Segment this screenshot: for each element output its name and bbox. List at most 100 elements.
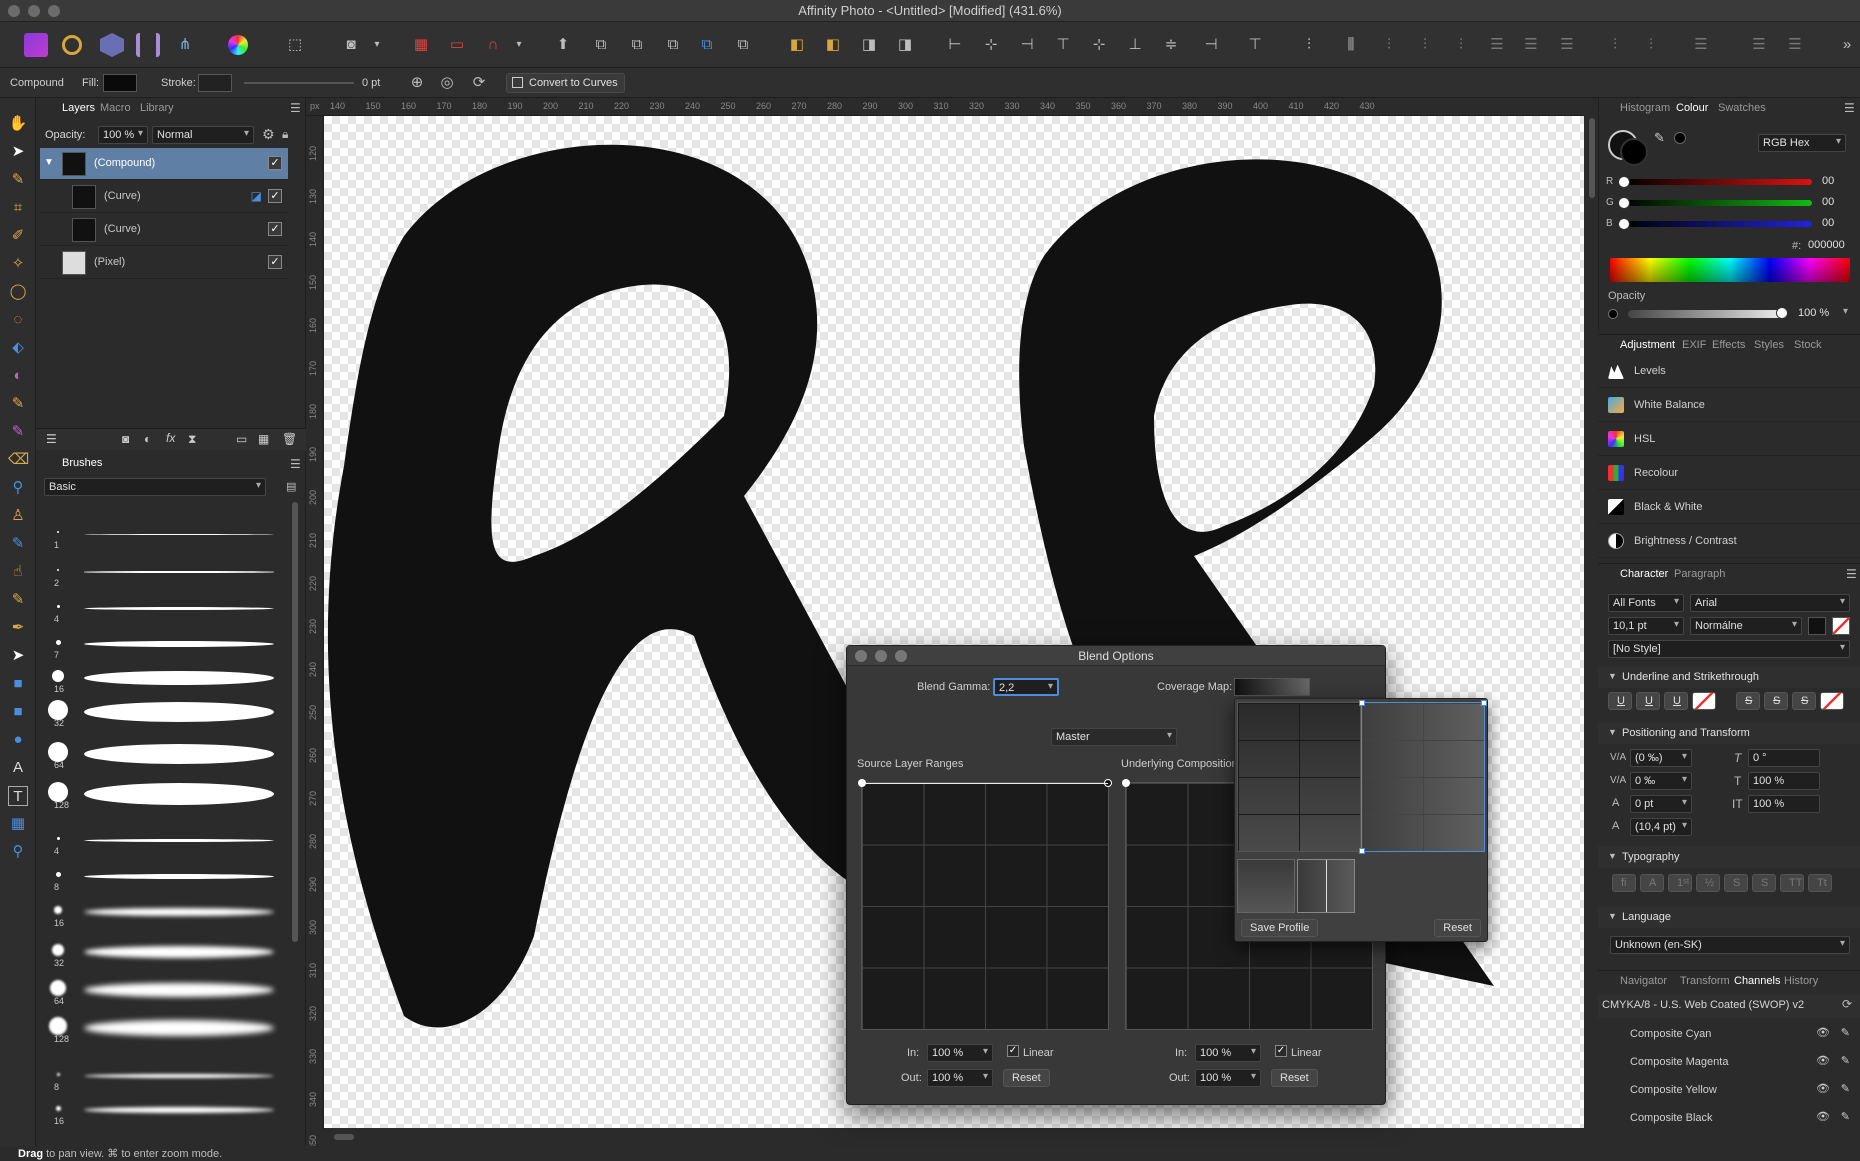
rectangle-tool-icon[interactable]: ■: [8, 674, 28, 694]
eye-icon[interactable]: 👁︎: [1816, 1054, 1830, 1067]
move-to-back-icon[interactable]: ◨: [894, 34, 916, 56]
grid-snap-icon[interactable]: ▦: [410, 34, 432, 56]
coverage-reset-button[interactable]: Reset: [1434, 919, 1481, 937]
boolean-subtract-icon[interactable]: ⧉: [626, 34, 648, 56]
flip-a-icon[interactable]: ☰: [1748, 34, 1770, 56]
fill-swatch[interactable]: [103, 74, 137, 92]
underlying-in-field[interactable]: 100 %: [1195, 1044, 1261, 1062]
snapping-dropdown-icon[interactable]: ▾: [508, 34, 530, 56]
channel-row[interactable]: Composite Cyan 👁︎ ✎: [1598, 1020, 1860, 1048]
blur-tool-icon[interactable]: ✎: [8, 590, 28, 610]
mesh-warp-tool-icon[interactable]: ▦: [8, 814, 28, 834]
character-panel-menu-icon[interactable]: ☰: [1846, 567, 1857, 581]
coverage-graph-left[interactable]: [1237, 702, 1361, 852]
flood-select-tool-icon[interactable]: ✧: [8, 254, 28, 274]
underlying-linear-checkbox[interactable]: ✓: [1275, 1045, 1287, 1057]
tab-adjustment[interactable]: Adjustment: [1620, 339, 1675, 351]
typography-section-header[interactable]: ▼ Typography: [1598, 846, 1860, 868]
erase-brush-tool-icon[interactable]: ⌫: [8, 450, 29, 470]
guides-icon[interactable]: ▭: [446, 34, 468, 56]
tab-effects[interactable]: Effects: [1712, 339, 1745, 351]
align-left-icon[interactable]: ⊢: [944, 34, 966, 56]
source-linear-checkbox[interactable]: ✓: [1007, 1045, 1019, 1057]
marquee-selection-icon[interactable]: ⬚: [284, 34, 306, 56]
layers-panel-menu-icon[interactable]: ☰: [290, 101, 301, 115]
layer-lock-icon[interactable]: 🔒︎: [282, 127, 288, 142]
source-ranges-graph[interactable]: [858, 779, 1112, 1030]
flip-b-icon[interactable]: ☰: [1784, 34, 1806, 56]
source-reset-button[interactable]: Reset: [1003, 1069, 1050, 1087]
tab-navigator[interactable]: Navigator: [1620, 975, 1667, 987]
rotate-c-icon[interactable]: ☰: [1690, 34, 1712, 56]
develop-persona-icon[interactable]: [100, 33, 124, 57]
align-top-icon[interactable]: ⊤: [1052, 34, 1074, 56]
coverage-graph-right[interactable]: [1359, 700, 1487, 854]
space-d-icon[interactable]: ☰: [1486, 34, 1508, 56]
tab-layers[interactable]: Layers: [62, 102, 95, 114]
double-underline-button[interactable]: U: [1636, 692, 1660, 710]
align-edge-icon[interactable]: ⊤: [1244, 34, 1266, 56]
move-to-front-icon[interactable]: ◧: [786, 34, 808, 56]
brush-preset[interactable]: 16: [44, 664, 286, 698]
coverage-preset-1[interactable]: [1237, 859, 1295, 913]
underline-color-button[interactable]: U: [1664, 692, 1688, 710]
rotate-a-icon[interactable]: ⫶: [1604, 34, 1626, 56]
healing-tool-icon[interactable]: ✎: [8, 534, 28, 554]
expand-layer-chevron-icon[interactable]: ▼: [44, 157, 54, 168]
channel-select[interactable]: Master: [1051, 728, 1177, 746]
channel-row[interactable]: Composite Magenta 👁︎ ✎: [1598, 1048, 1860, 1076]
source-in-field[interactable]: 100 %: [927, 1044, 993, 1062]
color-picker-tool-icon[interactable]: ✎: [8, 170, 28, 190]
marquee-tool-icon[interactable]: ◯: [8, 282, 28, 302]
rotate-b-icon[interactable]: ⫶: [1640, 34, 1662, 56]
boolean-combine-icon[interactable]: ⧉: [696, 34, 718, 56]
ordinal-button[interactable]: 1ˢᵗ: [1668, 874, 1692, 892]
move-tool-icon[interactable]: ➤: [8, 142, 28, 162]
brush-preset[interactable]: 4: [44, 594, 286, 628]
flood-fill-tool-icon[interactable]: ⬖: [8, 338, 28, 358]
underline-section-header[interactable]: ▼ Underline and Strikethrough: [1598, 666, 1860, 688]
layers-opacity-field[interactable]: 100 %: [98, 126, 148, 144]
tab-transform[interactable]: Transform: [1680, 975, 1730, 987]
edit-pencil-icon[interactable]: ✎: [1841, 1054, 1850, 1067]
add-adjustment-icon[interactable]: ◐: [144, 432, 151, 446]
source-out-field[interactable]: 100 %: [927, 1069, 993, 1087]
add-live-filter-icon[interactable]: ⧗: [188, 432, 196, 447]
freehand-selection-tool-icon[interactable]: ◌: [8, 310, 28, 330]
language-select[interactable]: Unknown (en-SK): [1610, 936, 1850, 954]
ellipse-tool-icon[interactable]: ●: [8, 730, 28, 750]
zoom-tool-icon[interactable]: ⚲: [8, 842, 28, 862]
text-stroke-swatch[interactable]: [1832, 617, 1850, 635]
underlying-out-field[interactable]: 100 %: [1195, 1069, 1261, 1087]
channel-slider[interactable]: [1622, 179, 1812, 185]
small-caps-button[interactable]: Tt: [1808, 874, 1832, 892]
space-horizontal-icon[interactable]: ⫶: [1298, 34, 1320, 56]
boolean-add-icon[interactable]: ⧉: [590, 34, 612, 56]
channel-value-field[interactable]: 00: [1818, 215, 1852, 233]
space-a-icon[interactable]: ⫶: [1378, 34, 1400, 56]
tab-paragraph[interactable]: Paragraph: [1674, 568, 1725, 580]
channel-slider[interactable]: [1622, 200, 1812, 206]
layer-stack-icon[interactable]: ☰: [46, 432, 57, 446]
tab-history[interactable]: History: [1784, 975, 1818, 987]
canvas-horizontal-scrollbar[interactable]: [324, 1130, 1584, 1144]
brush-list-scrollbar[interactable]: [292, 502, 298, 942]
move-backward-icon[interactable]: ◨: [858, 34, 880, 56]
color-replacement-tool-icon[interactable]: ✎: [8, 422, 28, 442]
text-style-select[interactable]: [No Style]: [1608, 640, 1850, 658]
canvas-vertical-scrollbar[interactable]: [1586, 98, 1598, 1130]
brush-category-select[interactable]: Basic: [44, 478, 266, 496]
artistic-text-tool-icon[interactable]: A: [8, 758, 28, 778]
move-forward-icon[interactable]: ◧: [822, 34, 844, 56]
tab-macro[interactable]: Macro: [100, 102, 131, 114]
layer-visibility-checkbox[interactable]: ✓: [268, 255, 282, 269]
crop-tool-icon[interactable]: ⌗: [8, 198, 28, 218]
hide-selection-icon[interactable]: ◎: [436, 72, 458, 94]
node-tool-icon[interactable]: ➤: [8, 646, 28, 666]
tab-swatches[interactable]: Swatches: [1718, 102, 1766, 114]
underlying-reset-button[interactable]: Reset: [1271, 1069, 1318, 1087]
adjustment-levels[interactable]: Levels: [1598, 354, 1860, 388]
brush-preset[interactable]: 7: [44, 630, 286, 664]
coverage-handle[interactable]: [1359, 700, 1365, 706]
layer-visibility-checkbox[interactable]: ✓: [268, 222, 282, 236]
